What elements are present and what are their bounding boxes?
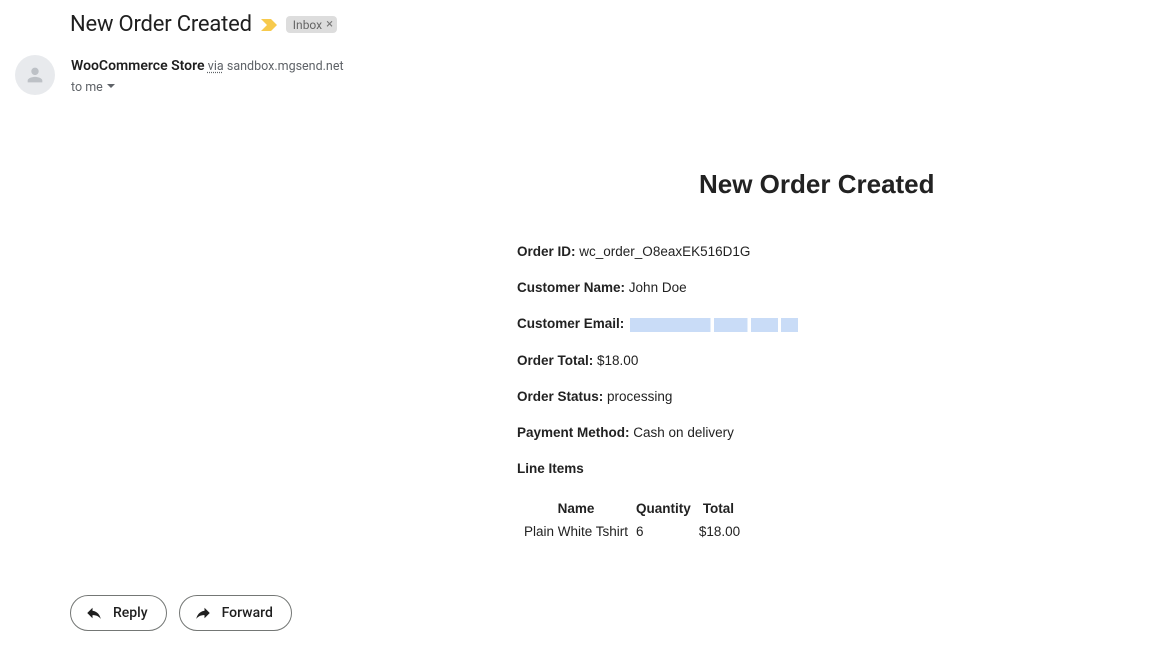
chevron-down-icon [106, 81, 116, 91]
order-id-label: Order ID: [517, 244, 576, 259]
show-details-button[interactable] [106, 78, 116, 97]
customer-email-label: Customer Email: [517, 316, 624, 331]
line-items-header: Line Items [517, 461, 1170, 476]
payment-method-label: Payment Method: [517, 425, 630, 440]
col-name-header: Name [520, 501, 632, 524]
item-total: $18.00 [699, 524, 744, 539]
item-qty: 6 [632, 524, 699, 539]
order-total-text: $18.00 [597, 353, 638, 368]
email-body-title: New Order Created [699, 169, 1170, 200]
table-row: Plain White Tshirt 6 $18.00 [520, 524, 744, 539]
inbox-label-text: Inbox [293, 18, 322, 32]
sender-name: WooCommerce Store [71, 58, 205, 74]
inbox-label-tag[interactable]: Inbox × [286, 16, 337, 33]
forward-icon [194, 604, 212, 622]
col-qty-header: Quantity [632, 501, 699, 524]
reply-label: Reply [113, 605, 148, 621]
via-domain: sandbox.mgsend.net [227, 59, 344, 74]
email-body: New Order Created Order ID: wc_order_O8e… [517, 169, 1170, 538]
customer-name-text: John Doe [629, 280, 687, 295]
remove-label-icon[interactable]: × [326, 17, 333, 32]
forward-label: Forward [222, 605, 273, 621]
email-subject: New Order Created [70, 12, 252, 37]
line-items-table: Name Quantity Total Plain White Tshirt 6… [520, 501, 744, 539]
reply-button[interactable]: Reply [70, 595, 167, 631]
customer-email-redacted [630, 318, 798, 332]
order-id-text: wc_order_O8eaxEK516D1G [579, 244, 750, 259]
order-status-text: processing [607, 389, 672, 404]
important-marker-icon[interactable] [260, 18, 278, 32]
order-status-label: Order Status: [517, 389, 603, 404]
customer-name-label: Customer Name: [517, 280, 625, 295]
col-total-header: Total [699, 501, 744, 524]
sender-avatar[interactable] [15, 55, 55, 95]
via-label: via [208, 59, 224, 74]
forward-button[interactable]: Forward [179, 595, 292, 631]
person-icon [24, 64, 46, 86]
payment-method-text: Cash on delivery [633, 425, 734, 440]
item-name: Plain White Tshirt [520, 524, 632, 539]
to-recipient: to me [71, 78, 103, 97]
order-total-label: Order Total: [517, 353, 593, 368]
reply-icon [85, 604, 103, 622]
